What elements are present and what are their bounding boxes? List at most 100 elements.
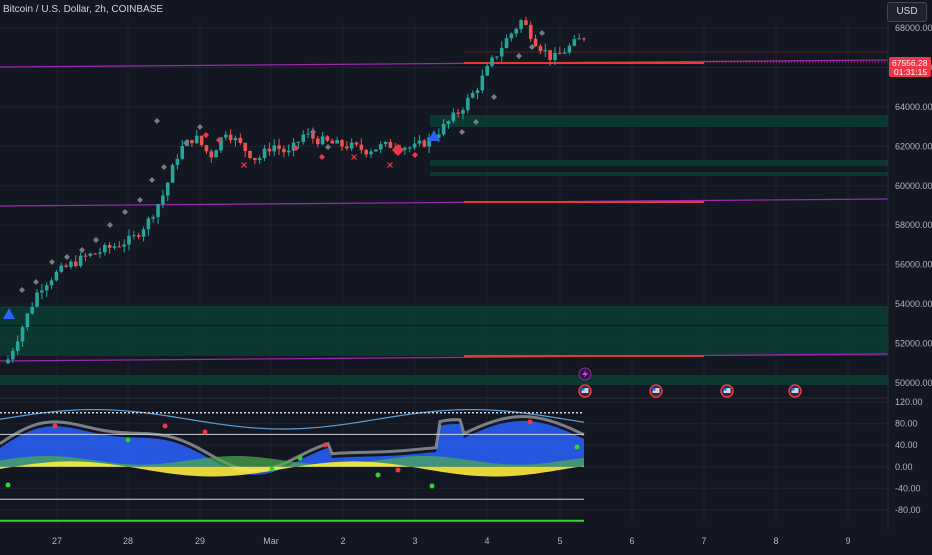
osc-tick-5: -80.00 <box>895 505 921 515</box>
candle-87 <box>427 133 431 154</box>
zones <box>0 115 888 385</box>
time-tick-9: 7 <box>701 536 706 546</box>
candle-11 <box>59 262 64 274</box>
gray-diamond-peak <box>539 30 545 36</box>
time-tick-0: 27 <box>52 536 62 546</box>
candle-39 <box>194 129 199 145</box>
candle-74 <box>364 148 368 158</box>
us-event-3 <box>788 384 802 398</box>
candle-13 <box>69 259 73 270</box>
osc-red-dot-5 <box>527 419 533 425</box>
osc-tick-0: 120.00 <box>895 397 923 407</box>
gray-diamond-17 <box>491 94 497 100</box>
price-tick-5: 58000.00 <box>895 220 932 230</box>
candle-48 <box>238 133 243 145</box>
price-tick-0: 68000.00 <box>895 23 932 33</box>
osc-green-dot-1 <box>125 437 131 443</box>
osc-green-dot-0 <box>5 482 11 488</box>
gray-diamond-2 <box>49 259 55 265</box>
gray-diamond-12 <box>197 124 203 130</box>
candle-116 <box>567 43 572 55</box>
candle-57 <box>282 145 286 158</box>
candle-110 <box>538 43 543 55</box>
osc-green-dot-2 <box>269 466 275 472</box>
us-event-2 <box>720 384 734 398</box>
oscillator-pane <box>0 408 585 522</box>
candle-103 <box>504 34 509 49</box>
candle-65 <box>320 131 325 146</box>
chart-title: Bitcoin / U.S. Dollar, 2h, COINBASE <box>3 4 164 15</box>
cross-0 <box>241 162 247 168</box>
candle-106 <box>519 18 523 34</box>
candle-7 <box>40 283 44 300</box>
gray-diamond-10 <box>161 164 167 170</box>
candle-102 <box>499 41 504 63</box>
candle-62 <box>306 128 310 139</box>
candle-56 <box>277 138 281 155</box>
gray-diamond-5 <box>93 237 99 243</box>
gray-diamond-13 <box>310 129 316 135</box>
purple-line-mid <box>0 198 889 207</box>
zone-4 <box>430 115 888 127</box>
zone-1 <box>0 320 888 325</box>
time-tick-6: 4 <box>484 536 489 546</box>
candle-22 <box>112 243 117 250</box>
time-tick-8: 6 <box>629 536 634 546</box>
candle-17 <box>88 252 93 258</box>
candle-51 <box>253 157 257 165</box>
red-diamond-3 <box>319 154 325 160</box>
zone-6 <box>430 172 888 176</box>
zone-2 <box>0 326 888 356</box>
time-tick-10: 8 <box>773 536 778 546</box>
osc-tick-1: 80.00 <box>895 419 918 429</box>
candle-35 <box>175 153 180 170</box>
osc-tick-3: 0.00 <box>895 462 913 472</box>
cross-2 <box>387 162 393 168</box>
candle-68 <box>335 136 339 144</box>
zone-3 <box>0 375 888 385</box>
candle-79 <box>388 139 393 149</box>
candle-83 <box>407 146 412 153</box>
candle-101 <box>495 56 499 60</box>
candle-21 <box>107 242 112 254</box>
candle-109 <box>533 34 538 47</box>
candle-53 <box>262 144 267 161</box>
price-chart[interactable]: 68000.0066000.0064000.0062000.0060000.00… <box>0 0 932 550</box>
us-event-0 <box>578 384 592 398</box>
candle-50 <box>248 150 252 160</box>
candle-96 <box>470 90 475 99</box>
candle-76 <box>374 149 378 152</box>
candle-15 <box>78 252 83 268</box>
candle-105 <box>514 27 519 38</box>
time-tick-3: Mar <box>263 536 279 546</box>
candle-97 <box>475 87 480 100</box>
time-tick-1: 28 <box>123 536 133 546</box>
gray-diamond-3 <box>64 254 70 260</box>
candle-82 <box>403 146 407 155</box>
candle-6 <box>35 289 39 308</box>
osc-tick-4: -40.00 <box>895 483 921 493</box>
candle-86 <box>422 139 427 148</box>
candle-49 <box>243 142 247 158</box>
candle-9 <box>49 277 54 290</box>
osc-red-dot-4 <box>395 467 401 473</box>
osc-green-dot-4 <box>375 472 381 478</box>
candle-33 <box>165 181 170 201</box>
candle-75 <box>369 148 373 158</box>
candle-95 <box>466 94 470 114</box>
gray-diamond-4 <box>79 247 85 253</box>
candle-14 <box>73 255 78 268</box>
cross-1 <box>351 154 357 160</box>
candle-10 <box>54 269 59 282</box>
us-event-1 <box>649 384 663 398</box>
currency-button[interactable]: USD <box>887 2 927 22</box>
candle-47 <box>233 135 238 147</box>
candle-41 <box>204 144 209 154</box>
chart-window: 68000.0066000.0064000.0062000.0060000.00… <box>0 0 932 550</box>
candle-30 <box>151 214 156 223</box>
gray-diamond-14 <box>325 144 331 150</box>
candle-32 <box>161 189 165 209</box>
price-tag: 67556.2801:31:15 <box>889 57 931 77</box>
price-tick-9: 50000.00 <box>895 378 932 388</box>
time-tick-4: 2 <box>340 536 345 546</box>
